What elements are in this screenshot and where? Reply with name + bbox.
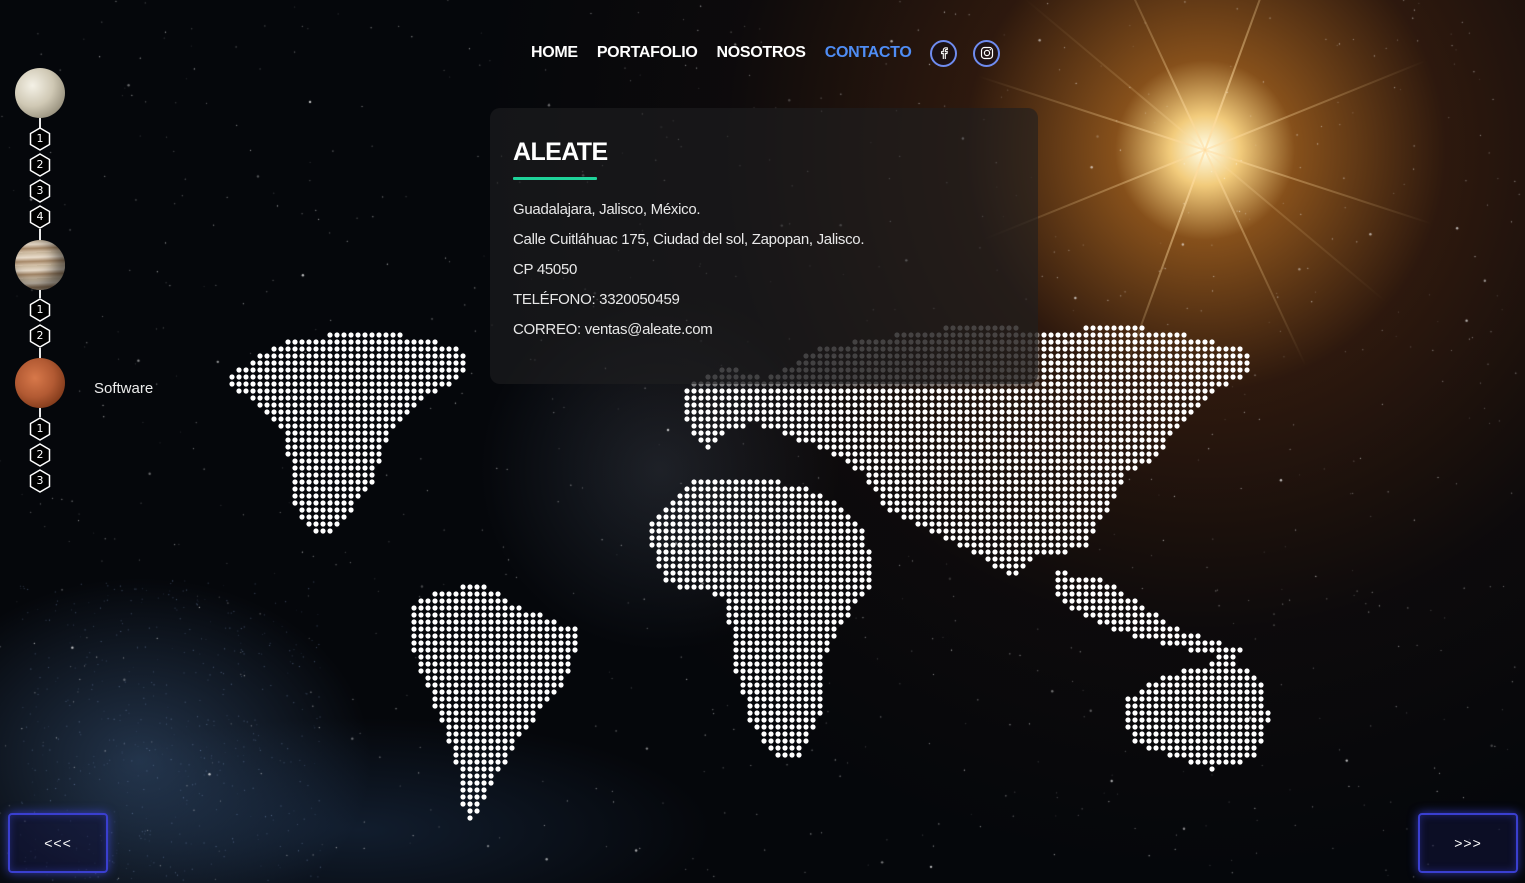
jupiter-planet-icon[interactable] <box>15 240 65 290</box>
rail-step[interactable]: 2 <box>29 324 51 348</box>
rail-step[interactable]: 2 <box>29 153 51 177</box>
nav-portafolio[interactable]: PORTAFOLIO <box>597 44 698 62</box>
rail-connector <box>39 290 41 298</box>
rail-step[interactable]: 4 <box>29 205 51 229</box>
rail-connector <box>39 348 41 358</box>
facebook-icon <box>941 47 948 59</box>
company-title: ALEATE <box>513 138 608 166</box>
contact-address: Calle Cuitláhuac 175, Ciudad del sol, Za… <box>513 231 865 248</box>
contact-city: Guadalajara, Jalisco, México. <box>513 201 701 218</box>
rail-connector <box>39 408 41 417</box>
main-nav: HOME PORTAFOLIO NOSOTROS CONTACTO <box>531 39 1016 67</box>
rail-step[interactable]: 3 <box>29 469 51 493</box>
contact-phone: TELÉFONO: 3320050459 <box>513 291 680 308</box>
rail-step[interactable]: 1 <box>29 127 51 151</box>
rail-step[interactable]: 1 <box>29 417 51 441</box>
next-button[interactable]: >>> <box>1418 813 1518 873</box>
mars-planet-icon[interactable] <box>15 358 65 408</box>
rail-step[interactable]: 2 <box>29 443 51 467</box>
contact-postal-code: CP 45050 <box>513 261 578 278</box>
contact-email: CORREO: ventas@aleate.com <box>513 321 713 338</box>
nav-contacto[interactable]: CONTACTO <box>825 44 912 62</box>
nav-home[interactable]: HOME <box>531 44 578 62</box>
rail-step[interactable]: 1 <box>29 298 51 322</box>
title-underline <box>513 177 597 180</box>
facebook-link[interactable] <box>930 39 958 67</box>
rail-label-software[interactable]: Software <box>94 380 153 397</box>
prev-button[interactable]: <<< <box>8 813 108 873</box>
instagram-link[interactable] <box>973 39 1001 67</box>
nav-nosotros[interactable]: NOSOTROS <box>717 44 806 62</box>
contact-card: ALEATE Guadalajara, Jalisco, México. Cal… <box>490 108 1038 384</box>
moon-planet-icon[interactable] <box>15 68 65 118</box>
instagram-icon <box>980 46 994 60</box>
rail-step[interactable]: 3 <box>29 179 51 203</box>
